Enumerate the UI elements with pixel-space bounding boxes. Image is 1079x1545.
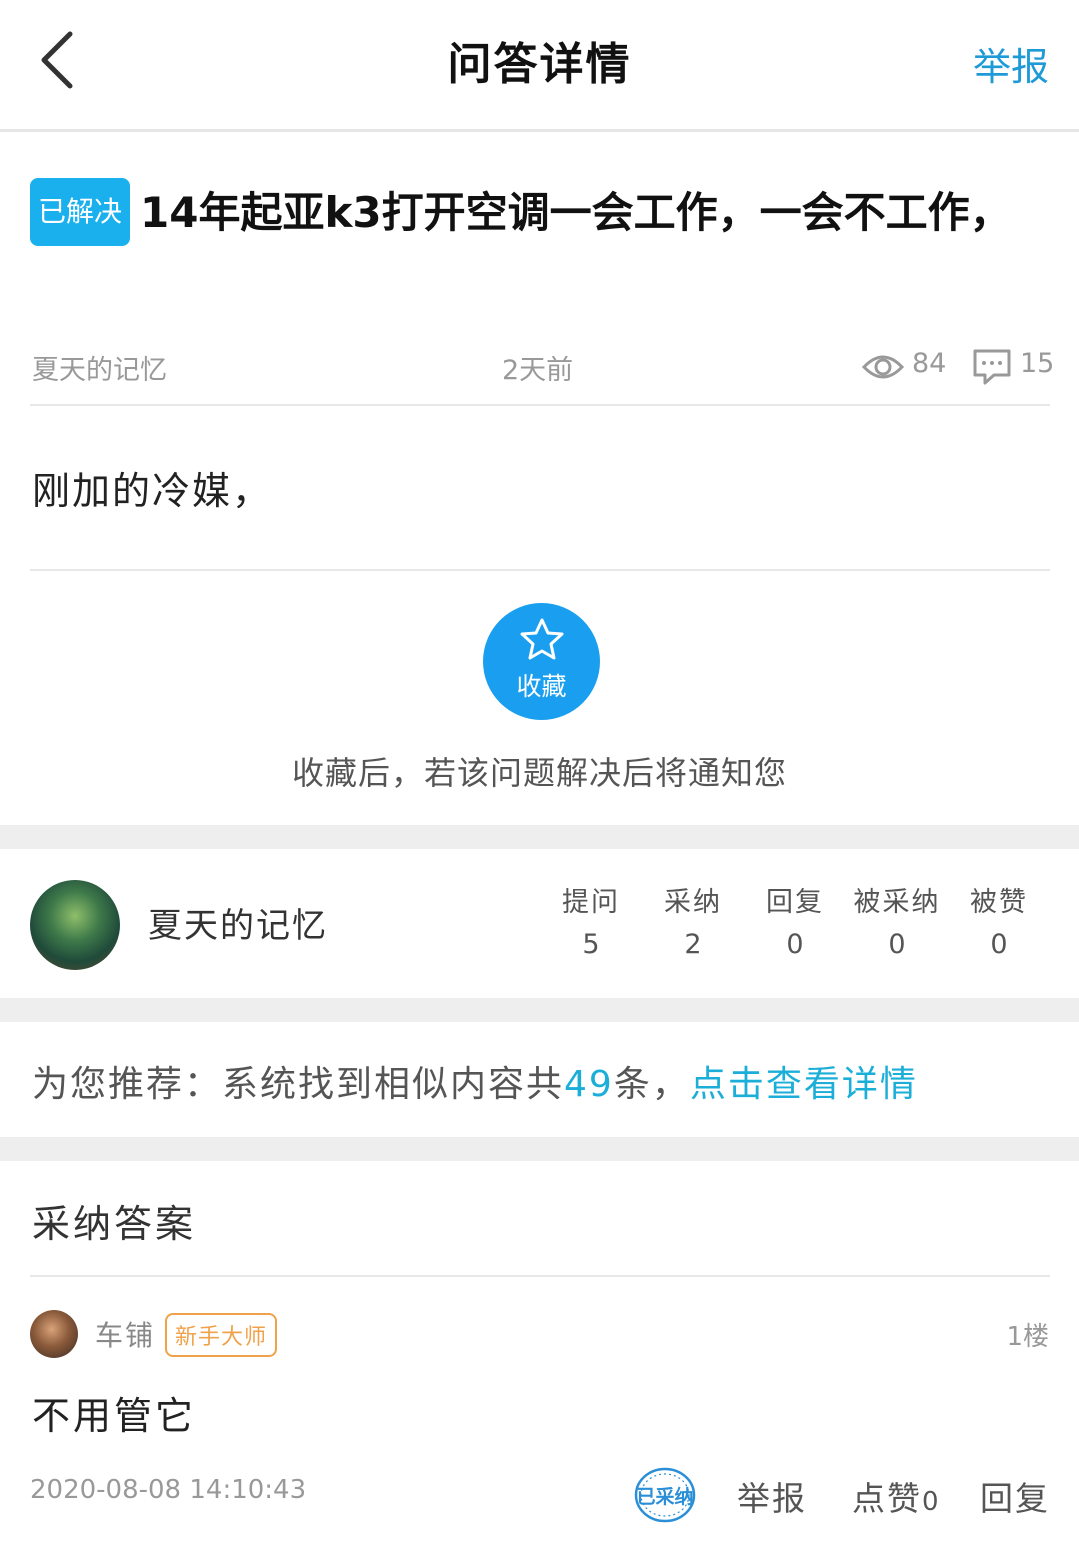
recommend-suffix: 条， <box>613 1064 690 1105</box>
report-link[interactable]: 举报 <box>973 36 1049 91</box>
question-author[interactable]: 夏天的记忆 <box>32 348 167 387</box>
accepted-answer-heading: 采纳答案 <box>32 1202 197 1246</box>
section-separator <box>0 825 1079 849</box>
favorite-hint: 收藏后，若该问题解决后将通知您 <box>291 754 787 792</box>
favorite-button[interactable]: 收藏 <box>483 603 600 720</box>
stat-value: 2 <box>684 929 702 960</box>
asker-avatar[interactable] <box>30 880 120 970</box>
like-label: 点赞 <box>852 1479 922 1518</box>
stat-label: 被采纳 <box>853 887 941 918</box>
comment-count: 15 <box>1020 348 1055 379</box>
recommend-line: 为您推荐：系统找到相似内容共49条，点击查看详情 <box>32 1055 918 1107</box>
divider <box>30 1275 1050 1277</box>
favorite-label: 收藏 <box>516 672 567 701</box>
solved-badge: 已解决 <box>30 178 131 246</box>
stat-label: 采纳 <box>664 887 722 918</box>
stamp-text: 已采纳 <box>636 1486 694 1508</box>
answerer-avatar[interactable] <box>30 1310 78 1358</box>
star-icon <box>520 618 564 660</box>
section-separator <box>0 998 1079 1022</box>
page-title: 问答详情 <box>447 39 632 90</box>
eye-icon <box>862 355 904 379</box>
stat-questions: 提问 5 <box>541 880 641 960</box>
stat-value: 0 <box>786 929 804 960</box>
answerer-name[interactable]: 车铺 <box>95 1314 155 1354</box>
top-nav-bar: 问答详情 举报 <box>0 0 1079 132</box>
divider <box>30 569 1050 571</box>
stat-been-accepted: 被采纳 0 <box>847 880 947 960</box>
stat-label: 被赞 <box>970 887 1028 918</box>
asker-name[interactable]: 夏天的记忆 <box>148 898 328 947</box>
like-button[interactable]: 点赞0 <box>852 1472 941 1520</box>
question-title-text: 14年起亚k3打开空调一会工作，一会不工作， <box>140 188 1012 237</box>
recommend-link[interactable]: 点击查看详情 <box>690 1064 918 1105</box>
answer-body: 不用管它 <box>32 1394 197 1438</box>
stat-label: 回复 <box>766 887 824 918</box>
stat-likes: 被赞 0 <box>949 880 1049 960</box>
section-separator <box>0 1137 1079 1161</box>
accepted-stamp: 已采纳 <box>633 1466 697 1524</box>
recommend-count: 49 <box>564 1064 614 1105</box>
question-body: 刚加的冷媒， <box>32 469 273 513</box>
answer-report-button[interactable]: 举报 <box>737 1472 807 1520</box>
question-time: 2天前 <box>502 355 574 386</box>
stat-value: 0 <box>990 929 1008 960</box>
like-count: 0 <box>922 1487 941 1517</box>
stat-value: 0 <box>888 929 906 960</box>
recommend-prefix: 为您推荐：系统找到相似内容共 <box>32 1064 565 1105</box>
view-count: 84 <box>912 348 947 379</box>
stat-accepted: 采纳 2 <box>643 880 743 960</box>
stat-replies: 回复 0 <box>745 880 845 960</box>
answer-timestamp: 2020-08-08 14:10:43 <box>30 1475 307 1505</box>
stat-value: 5 <box>582 929 600 960</box>
divider <box>30 404 1050 406</box>
comment-icon <box>973 349 1011 385</box>
rank-badge: 新手大师 <box>165 1313 278 1357</box>
floor-number: 1楼 <box>1006 1322 1049 1352</box>
reply-button[interactable]: 回复 <box>980 1472 1050 1520</box>
stat-label: 提问 <box>562 887 620 918</box>
question-title: 已解决 14年起亚k3打开空调一会工作，一会不工作， <box>30 178 1030 246</box>
